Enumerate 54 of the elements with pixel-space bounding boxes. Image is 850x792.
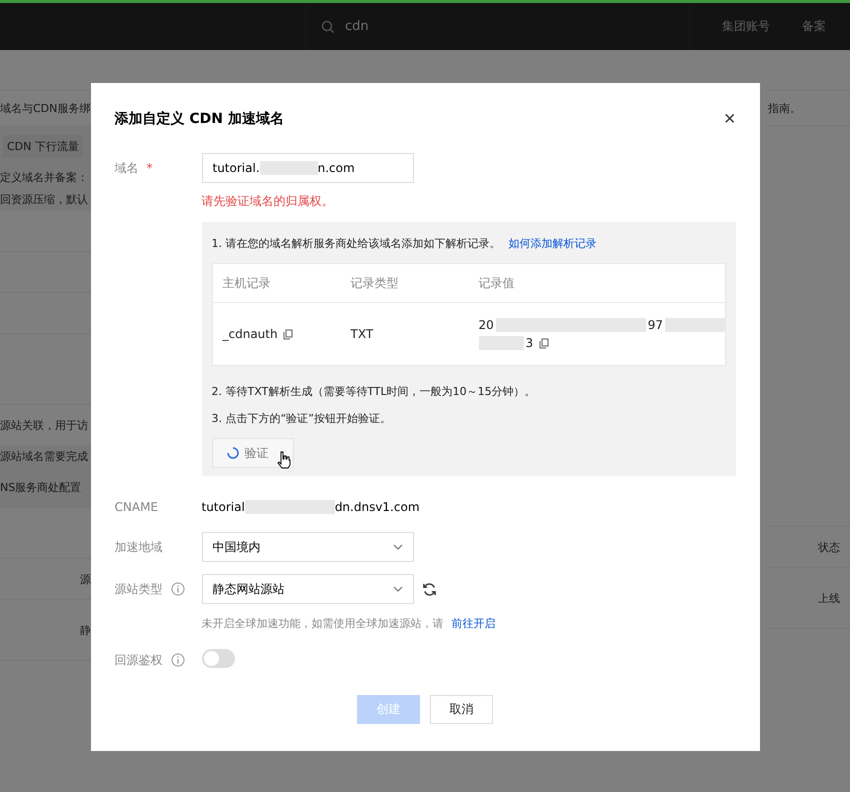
fee-tag: CDN 下行流量 [3, 134, 83, 158]
description-text: NS服务商处配置 [0, 480, 82, 494]
dialog-title: 添加自定义 CDN 加速域名 [114, 110, 284, 128]
toggle-switch[interactable] [202, 649, 234, 668]
field-label: 源站类型 [114, 574, 202, 604]
column-header: 源 [80, 572, 91, 586]
info-icon[interactable] [170, 582, 184, 596]
description-text: 定义域名并备案： [0, 170, 88, 184]
region-select[interactable]: 中国境内 [202, 532, 414, 562]
field-label: 回源鉴权 [114, 645, 202, 675]
column-header: 记录值 [478, 274, 516, 292]
guide-link[interactable]: 指南。 [768, 100, 801, 116]
column-header: 主机记录 [222, 274, 272, 292]
table-cell: 上线 [818, 590, 840, 606]
copy-icon[interactable] [282, 328, 293, 340]
field-label: CNAME [114, 499, 159, 516]
cname-value: dn.dnsv1.com [334, 499, 420, 516]
step-text: 1. 请在您的域名解析服务商处给该域名添加如下解析记录。 如何添加解析记录 [212, 236, 598, 251]
origin-type-select[interactable]: 静态网站源站 [202, 574, 414, 604]
error-message: 请先验证域名的归属权。 [202, 193, 334, 210]
description-text: 回资源压缩，默认 [0, 192, 88, 206]
search-field[interactable]: cdn [345, 19, 369, 34]
refresh-icon[interactable] [422, 582, 436, 596]
table-cell-text: TXT [350, 327, 374, 341]
record-value: 3 [526, 336, 534, 350]
field-label: 域名 * [114, 153, 202, 183]
hand-cursor-icon [276, 451, 290, 469]
record-value: 97 [648, 318, 664, 332]
chevron-down-icon [392, 586, 402, 592]
copy-icon[interactable] [539, 338, 550, 348]
description-text: 源站关联，用于访 [0, 418, 88, 432]
verify-button[interactable]: 验证 [212, 438, 294, 468]
field-label: 加速地域 [114, 539, 164, 556]
required-mark: * [146, 160, 152, 177]
input-field[interactable]: tutorial. n.com [202, 153, 414, 183]
loading-spinner-icon [226, 447, 238, 459]
info-icon[interactable] [170, 653, 184, 667]
record-value: 20 [478, 318, 494, 332]
description-text: 域名与CDN服务绑 [0, 100, 90, 116]
step-text: 2. 等待TXT解析生成（需要等待TTL时间，一般为10～15分钟）。 [212, 384, 537, 399]
cname-value: tutorial [202, 499, 245, 516]
close-button[interactable]: × [724, 109, 736, 129]
table-cell: _cdnauth [222, 327, 350, 341]
chevron-down-icon [392, 544, 402, 550]
search-icon[interactable] [321, 20, 335, 34]
step-text: 3. 点击下方的“验证”按钮开始验证。 [212, 411, 392, 426]
hint-text: 未开启全球加速功能，如需使用全球加速源站，请 前往开启 [202, 616, 496, 631]
table-cell: 静 [80, 622, 91, 638]
help-link[interactable]: 如何添加解析记录 [508, 237, 596, 250]
description-text: 源站域名需要完成 [0, 448, 88, 464]
cancel-button[interactable]: 取消 [430, 695, 493, 724]
column-header: 状态 [818, 540, 840, 554]
column-header: 记录类型 [350, 274, 400, 292]
enable-link[interactable]: 前往开启 [452, 617, 496, 630]
